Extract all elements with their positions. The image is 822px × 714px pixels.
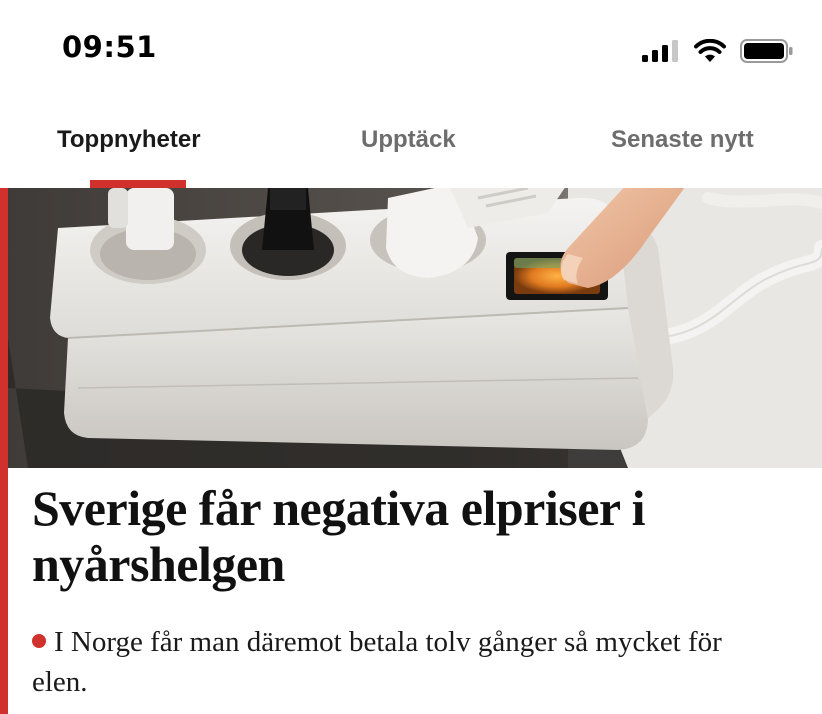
active-tab-indicator (90, 180, 186, 188)
tab-upptack[interactable]: Upptäck (361, 126, 456, 154)
bullet-dot-icon (32, 634, 46, 648)
wifi-icon (694, 39, 726, 62)
power-strip-photo (8, 188, 822, 468)
top-article-card[interactable]: Sverige får negativa elpriser i nyårshel… (0, 188, 822, 714)
signal-icon (642, 40, 678, 62)
status-time: 09:51 (62, 30, 157, 64)
tab-toppnyheter[interactable]: Toppnyheter (57, 126, 201, 154)
article-headline[interactable]: Sverige får negativa elpriser i nyårshel… (32, 480, 792, 592)
article-hero-image[interactable] (8, 188, 822, 468)
status-bar: 09:51 (0, 0, 822, 100)
battery-icon (740, 39, 793, 63)
article-lead-text: I Norge får man däremot betala tolv gång… (32, 626, 722, 698)
tab-senaste-nytt[interactable]: Senaste nytt (611, 126, 754, 154)
status-icons (642, 36, 794, 66)
top-tab-bar: Toppnyheter Upptäck Senaste nytt (0, 100, 822, 188)
accent-stripe (0, 188, 8, 714)
article-lead: I Norge får man däremot betala tolv gång… (32, 622, 772, 702)
